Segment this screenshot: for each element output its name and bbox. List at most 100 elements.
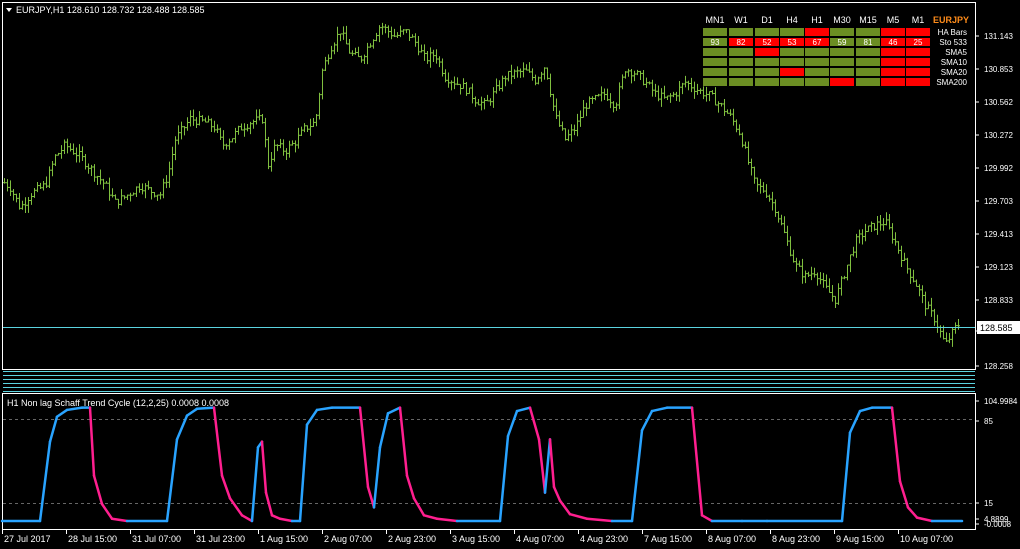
timeframe-header: M15 [859, 15, 877, 25]
dashboard-cell [830, 28, 854, 36]
time-label: 28 Jul 15:00 [68, 534, 117, 544]
dashboard-row-label: SMA20 [941, 68, 968, 77]
dashboard-cell [830, 68, 854, 76]
dashboard-cell [906, 78, 930, 86]
dashboard-cell [703, 68, 727, 76]
symbol-header: EURJPY,H1 128.610 128.732 128.488 128.58… [16, 5, 205, 15]
dashboard-row-label: Sto 533 [939, 38, 967, 47]
dashboard-cell [856, 78, 880, 86]
dashboard-cell [805, 48, 829, 56]
svg-text:128.585: 128.585 [980, 323, 1013, 333]
dashboard-cell [881, 48, 905, 56]
dashboard-cell [780, 78, 804, 86]
dashboard-cell [856, 28, 880, 36]
dashboard-cell [881, 58, 905, 66]
price-tick-label: 131.143 [984, 32, 1013, 41]
dashboard-value: 93 [711, 38, 720, 47]
time-label: 2 Aug 23:00 [388, 534, 436, 544]
dashboard-cell [906, 68, 930, 76]
dashboard-cell [805, 28, 829, 36]
dashboard-row-label: HA Bars [938, 28, 967, 37]
dashboard-cell [881, 28, 905, 36]
dashboard-cell [729, 78, 753, 86]
dashboard-cell [755, 58, 779, 66]
dashboard-cell [729, 28, 753, 36]
dashboard-cell [830, 58, 854, 66]
dashboard-cell [881, 68, 905, 76]
time-label: 3 Aug 15:00 [452, 534, 500, 544]
time-label: 1 Aug 15:00 [260, 534, 308, 544]
price-tick-label: 129.703 [984, 197, 1013, 206]
dashboard-value: 82 [737, 38, 746, 47]
timeframe-header: H4 [786, 15, 798, 25]
timeframe-header: MN1 [705, 15, 724, 25]
timeframe-header: H1 [811, 15, 823, 25]
dashboard-cell [780, 68, 804, 76]
indicator-tick-label: 104.9984 [984, 397, 1018, 406]
dashboard-value: 25 [914, 38, 923, 47]
time-label: 27 Jul 2017 [4, 534, 51, 544]
timeframe-header: M1 [912, 15, 925, 25]
time-label: 10 Aug 07:00 [900, 534, 953, 544]
time-label: 31 Jul 07:00 [132, 534, 181, 544]
time-label: 9 Aug 15:00 [836, 534, 884, 544]
indicator-header: H1 Non lag Schaff Trend Cycle (12,2,25) … [7, 398, 229, 408]
dashboard-cell [805, 58, 829, 66]
dashboard-symbol: EURJPY [933, 15, 969, 25]
price-tick-label: 130.562 [984, 98, 1013, 107]
dashboard-value: 81 [864, 38, 873, 47]
indicator-tick-label: 85 [984, 417, 993, 426]
dashboard-cell [805, 68, 829, 76]
time-label: 7 Aug 15:00 [644, 534, 692, 544]
dashboard-row-label: SMA5 [945, 48, 967, 57]
price-tick-label: 128.258 [984, 362, 1013, 371]
dashboard-cell [729, 58, 753, 66]
time-label: 8 Aug 07:00 [708, 534, 756, 544]
price-tick-label: 129.123 [984, 263, 1013, 272]
timeframe-header: D1 [761, 15, 773, 25]
dashboard-row-label: SMA200 [936, 78, 967, 87]
timeframe-header: M5 [887, 15, 900, 25]
dashboard-value: 46 [889, 38, 898, 47]
dashboard-value: 53 [788, 38, 797, 47]
dashboard-cell [703, 78, 727, 86]
dashboard-cell [856, 68, 880, 76]
dashboard-cell [703, 48, 727, 56]
trading-chart[interactable]: 131.143 130.853 130.562 130.272 129.992 129.7… [0, 0, 1020, 549]
dashboard-cell [830, 78, 854, 86]
dashboard-cell [780, 28, 804, 36]
dashboard-cell [906, 48, 930, 56]
time-label: 4 Aug 23:00 [580, 534, 628, 544]
price-tick-label: 128.833 [984, 296, 1013, 305]
indicator-tick-label: 15 [984, 499, 993, 508]
dashboard-cell [856, 48, 880, 56]
dashboard-cell [755, 48, 779, 56]
dashboard-cell [729, 68, 753, 76]
dashboard-value: 59 [838, 38, 847, 47]
dashboard-cell [703, 28, 727, 36]
timeframe-header: W1 [734, 15, 748, 25]
price-tick-label: 130.272 [984, 131, 1013, 140]
dashboard-cell [755, 68, 779, 76]
dashboard-cell [755, 28, 779, 36]
time-label: 31 Jul 23:00 [196, 534, 245, 544]
dashboard-cell [906, 58, 930, 66]
price-tick-label: 129.413 [984, 230, 1013, 239]
dashboard-cell [755, 78, 779, 86]
dashboard-cell [703, 58, 727, 66]
dashboard-row-label: SMA10 [941, 58, 968, 67]
dashboard-cell [856, 58, 880, 66]
dashboard-value: 52 [763, 38, 772, 47]
dashboard-cell [729, 48, 753, 56]
time-label: 4 Aug 07:00 [516, 534, 564, 544]
dashboard-cell [780, 58, 804, 66]
dashboard-cell [906, 28, 930, 36]
dashboard-cell [780, 48, 804, 56]
timeframe-header: M30 [833, 15, 851, 25]
current-price-label: 128.585 [977, 321, 1020, 334]
dashboard-cell [881, 78, 905, 86]
dashboard-value: 67 [813, 38, 822, 47]
indicator-tick-label: -0.0008 [984, 520, 1012, 529]
dashboard-cell [830, 48, 854, 56]
price-tick-label: 129.992 [984, 164, 1013, 173]
